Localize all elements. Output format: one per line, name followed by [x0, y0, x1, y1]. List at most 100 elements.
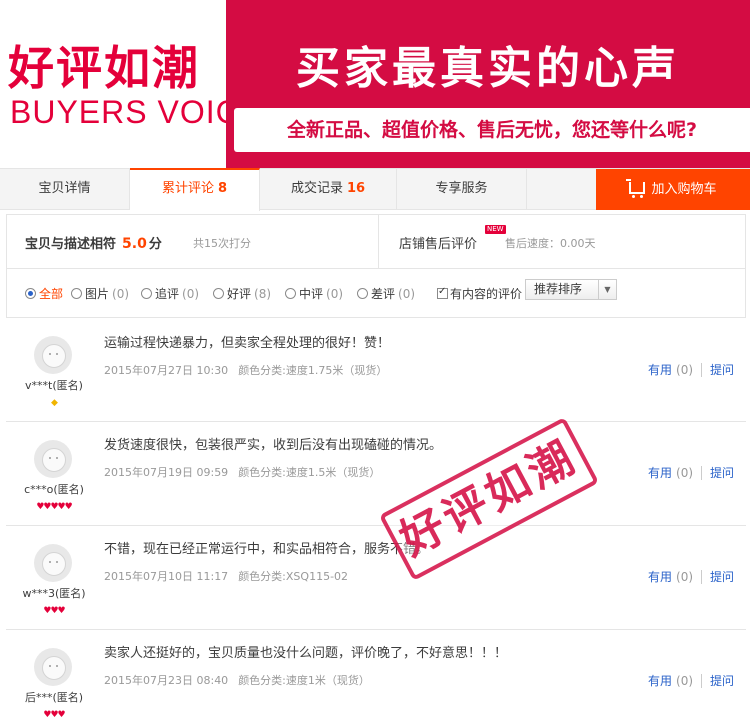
review-item: w***3(匿名) ♥♥♥ 不错，现在已经正常运行中，和实品相符合，服务不错。 … [6, 526, 746, 630]
useful-button[interactable]: 有用 (0) [648, 570, 693, 584]
review-item: c***o(匿名) ♥♥♥♥♥ 发货速度很快，包装很严实，收到后没有出现磕碰的情… [6, 422, 746, 526]
review-sku: 颜色分类:XSQ115-02 [238, 570, 349, 583]
review-actions: 有用 (0) 提问 [648, 568, 734, 585]
review-actions: 有用 (0) 提问 [648, 361, 734, 378]
filter-positive-label: 好评 [227, 287, 252, 301]
filter-neutral-count: (0) [326, 287, 344, 301]
filter-neutral[interactable]: 中评 (0) [285, 285, 343, 302]
ask-button[interactable]: 提问 [710, 674, 734, 688]
review-item: v***t(匿名) ◆ 运输过程快递暴力，但卖家全程处理的很好！赞！ 2015年… [6, 318, 746, 422]
buyer-level-icon: ◆ [51, 398, 58, 408]
filter-all[interactable]: 全部 [25, 285, 63, 302]
review-date: 2015年07月19日 09:59 [104, 466, 229, 479]
tab-transactions[interactable]: 成交记录 16 [260, 169, 397, 210]
review-meta: 2015年07月19日 09:59 颜色分类:速度1.5米（现货） [104, 464, 380, 480]
tab-reviews-label: 累计评论 [161, 181, 214, 196]
tab-details-label: 宝贝详情 [38, 181, 91, 196]
filter-followup[interactable]: 追评 (0) [141, 285, 199, 302]
reviewer-nick: w***3(匿名) [22, 587, 86, 600]
filter-with-content[interactable]: 有内容的评价 [437, 285, 522, 302]
useful-label: 有用 [648, 466, 673, 480]
useful-label: 有用 [648, 570, 673, 584]
filter-positive-count: (8) [254, 287, 272, 301]
divider [701, 570, 703, 584]
checkbox-icon[interactable] [437, 286, 448, 299]
radio-icon[interactable] [25, 288, 36, 299]
avatar [34, 440, 72, 478]
review-text: 发货速度很快，包装很严实，收到后没有出现磕碰的情况。 [104, 438, 443, 453]
description-match-text: 宝贝与描述相符 [25, 237, 117, 252]
review-actions: 有用 (0) 提问 [648, 672, 734, 689]
filter-followup-count: (0) [182, 287, 200, 301]
avatar [34, 648, 72, 686]
review-actions: 有用 (0) 提问 [648, 464, 734, 481]
tab-reviews-count: 8 [217, 181, 228, 196]
tab-transactions-count: 16 [346, 181, 366, 196]
buyer-level-icon: ♥♥♥♥♥ [36, 502, 72, 512]
promo-banner: 好评如潮 BUYERS VOICE 买家最真实的心声 全新正品、超值价格、售后无… [0, 0, 750, 168]
slogan-block: 买家最真实的心声 全新正品、超值价格、售后无忧，您还等什么呢? [226, 0, 750, 168]
avatar [34, 336, 72, 374]
reviewer-nick: v***t(匿名) [25, 379, 83, 392]
score-unit: 分 [148, 237, 162, 252]
radio-icon[interactable] [71, 288, 82, 299]
useful-count: (0) [676, 466, 694, 480]
review-meta: 2015年07月23日 08:40 颜色分类:速度1米（现货） [104, 672, 370, 688]
useful-button[interactable]: 有用 (0) [648, 466, 693, 480]
sort-select[interactable]: 推荐排序 ▼ [525, 279, 617, 300]
filter-all-label: 全部 [39, 287, 64, 301]
reviewer-nick: c***o(匿名) [24, 483, 84, 496]
useful-button[interactable]: 有用 (0) [648, 674, 693, 688]
review-sku: 颜色分类:速度1.5米（现货） [238, 466, 381, 479]
review-date: 2015年07月10日 11:17 [104, 570, 229, 583]
filter-positive[interactable]: 好评 (8) [213, 285, 271, 302]
filter-negative[interactable]: 差评 (0) [357, 285, 415, 302]
filter-followup-label: 追评 [155, 287, 180, 301]
cart-icon [626, 179, 646, 198]
tab-services-label: 专享服务 [435, 181, 488, 196]
radio-icon[interactable] [213, 288, 224, 299]
useful-count: (0) [676, 674, 694, 688]
ask-button[interactable]: 提问 [710, 363, 734, 377]
add-to-cart-button[interactable]: 加入购物车 [596, 169, 750, 210]
radio-icon[interactable] [141, 288, 152, 299]
radio-icon[interactable] [285, 288, 296, 299]
brand-title-cn: 好评如潮 [8, 41, 200, 95]
review-text: 运输过程快递暴力，但卖家全程处理的很好！赞！ [104, 336, 391, 351]
review-text: 卖家人还挺好的，宝贝质量也没什么问题，评价晚了，不好意思！！！ [104, 646, 508, 661]
tab-services[interactable]: 专享服务 [397, 169, 527, 210]
tab-transactions-label: 成交记录 [290, 181, 343, 196]
reviewer-nick: 后***(匿名) [24, 691, 84, 704]
rating-summary: 宝贝与描述相符 5.0 分 共15次打分 店铺售后评价 NEW 售后速度：0.00天 [6, 214, 746, 268]
description-rating: 宝贝与描述相符 5.0 分 共15次打分 [7, 215, 379, 268]
divider [701, 363, 703, 377]
slogan-subtitle: 全新正品、超值价格、售后无忧，您还等什么呢? [234, 108, 750, 152]
review-sku: 颜色分类:速度1米（现货） [238, 674, 370, 687]
filter-negative-label: 差评 [371, 287, 396, 301]
ask-button[interactable]: 提问 [710, 570, 734, 584]
radio-icon[interactable] [357, 288, 368, 299]
tab-details[interactable]: 宝贝详情 [0, 169, 130, 210]
add-to-cart-label: 加入购物车 [651, 182, 717, 197]
review-meta: 2015年07月10日 11:17 颜色分类:XSQ115-02 [104, 568, 348, 584]
aftersale-speed: 售后速度：0.00天 [505, 237, 596, 250]
sort-select-value: 推荐排序 [534, 282, 583, 296]
filter-pictures[interactable]: 图片 (0) [71, 285, 129, 302]
description-score: 5.0 [122, 236, 147, 252]
useful-button[interactable]: 有用 (0) [648, 363, 693, 377]
review-sku: 颜色分类:速度1.75米（现货） [238, 364, 388, 377]
brand-title-en: BUYERS VOICE [10, 94, 263, 130]
filter-with-content-label: 有内容的评价 [450, 287, 523, 301]
ask-button[interactable]: 提问 [710, 466, 734, 480]
useful-label: 有用 [648, 363, 673, 377]
useful-count: (0) [676, 363, 694, 377]
avatar [34, 544, 72, 582]
divider [701, 674, 703, 688]
shop-aftersale-label: 店铺售后评价 [399, 237, 478, 252]
tab-reviews[interactable]: 累计评论 8 [130, 168, 260, 211]
filter-pictures-count: (0) [112, 287, 130, 301]
rating-count: 共15次打分 [193, 237, 251, 250]
review-filter-bar: 全部 图片(0) 追评(0) 好评(8) 中评(0) 差评(0) 有内容的评价 … [6, 268, 746, 318]
divider [701, 466, 703, 480]
review-date: 2015年07月27日 10:30 [104, 364, 229, 377]
